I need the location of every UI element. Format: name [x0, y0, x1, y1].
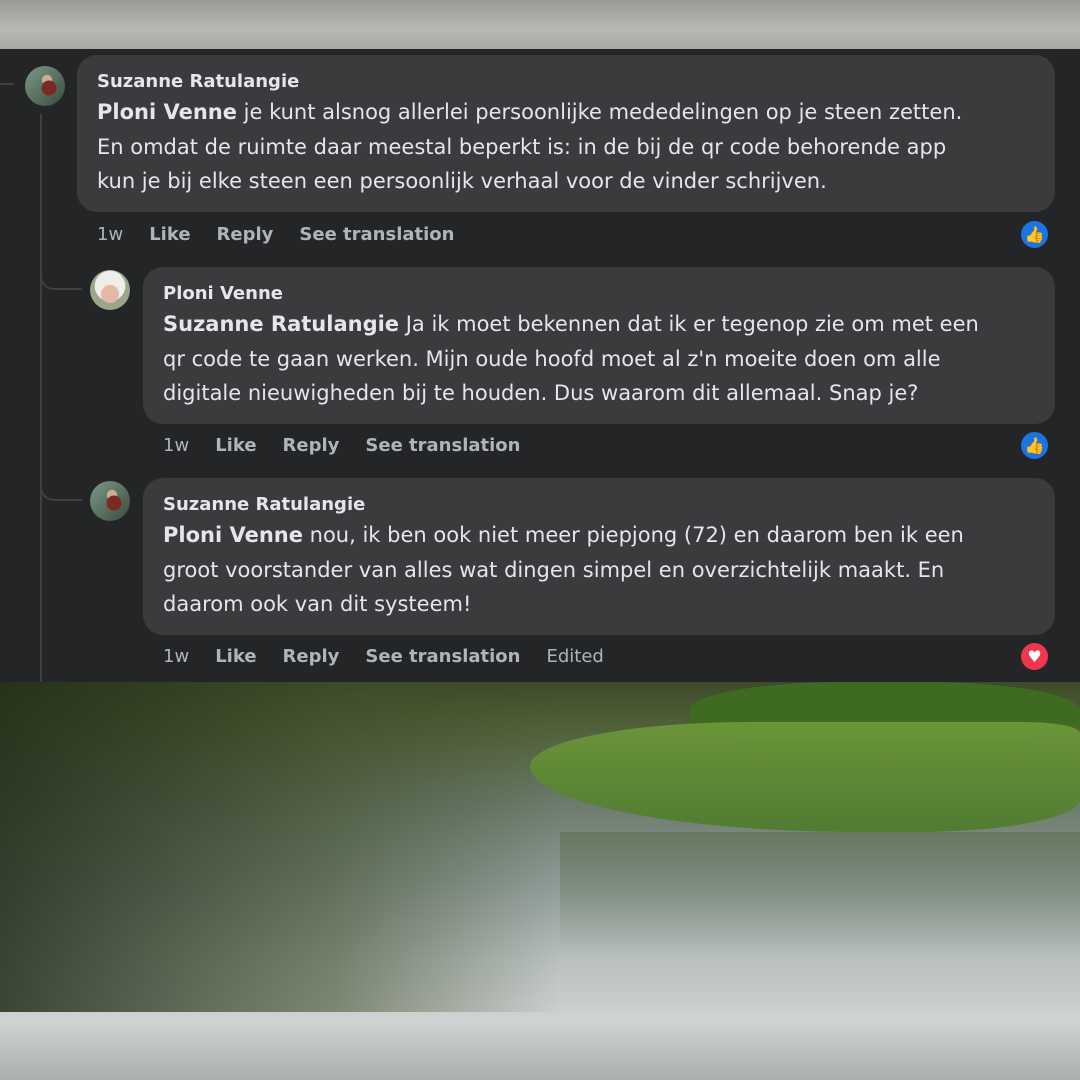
- see-translation-button[interactable]: See translation: [365, 435, 520, 456]
- avatar[interactable]: [25, 66, 65, 106]
- reply-button[interactable]: Reply: [217, 224, 274, 245]
- thread-line: [0, 83, 14, 85]
- timestamp[interactable]: 1w: [163, 435, 189, 456]
- background-sky: [0, 0, 1080, 49]
- comment-bubble: Suzanne Ratulangie Ploni Venne nou, ik b…: [143, 478, 1055, 635]
- see-translation-button[interactable]: See translation: [299, 224, 454, 245]
- mention[interactable]: Ploni Venne: [97, 100, 237, 124]
- comment-author[interactable]: Suzanne Ratulangie: [97, 69, 1035, 95]
- comment-author[interactable]: Ploni Venne: [163, 281, 1035, 307]
- comment-actions: 1w Like Reply See translation Edited: [163, 646, 604, 667]
- thread-branch: [40, 470, 82, 501]
- like-button[interactable]: Like: [215, 435, 256, 456]
- thread-line: [40, 114, 42, 682]
- heart-icon[interactable]: ♥: [1019, 641, 1050, 672]
- timestamp[interactable]: 1w: [163, 646, 189, 667]
- comment-text: Suzanne Ratulangie Ja ik moet bekennen d…: [163, 312, 979, 405]
- thread-branch: [40, 260, 82, 290]
- comment-author[interactable]: Suzanne Ratulangie: [163, 492, 1035, 518]
- comment-text: Ploni Venne je kunt alsnog allerlei pers…: [97, 100, 963, 193]
- like-button[interactable]: Like: [215, 646, 256, 667]
- see-translation-button[interactable]: See translation: [365, 646, 520, 667]
- like-icon[interactable]: 👍: [1019, 219, 1050, 250]
- comment-actions: 1w Like Reply See translation: [97, 224, 454, 245]
- timestamp[interactable]: 1w: [97, 224, 123, 245]
- reply-button[interactable]: Reply: [283, 435, 340, 456]
- comment-actions: 1w Like Reply See translation: [163, 435, 520, 456]
- background-lake-photo: [0, 682, 1080, 1080]
- reply-button[interactable]: Reply: [283, 646, 340, 667]
- water-reflection: [560, 832, 1080, 952]
- like-button[interactable]: Like: [149, 224, 190, 245]
- mention[interactable]: Suzanne Ratulangie: [163, 312, 399, 336]
- comment-text: Ploni Venne nou, ik ben ook niet meer pi…: [163, 523, 964, 616]
- edited-label: Edited: [546, 646, 604, 667]
- grass-bank: [530, 722, 1080, 832]
- tree-reflection: [0, 682, 560, 1012]
- mention[interactable]: Ploni Venne: [163, 523, 303, 547]
- like-icon[interactable]: 👍: [1019, 430, 1050, 461]
- avatar[interactable]: [90, 270, 130, 310]
- comment-bubble: Suzanne Ratulangie Ploni Venne je kunt a…: [77, 55, 1055, 212]
- comment-bubble: Ploni Venne Suzanne Ratulangie Ja ik moe…: [143, 267, 1055, 424]
- avatar[interactable]: [90, 481, 130, 521]
